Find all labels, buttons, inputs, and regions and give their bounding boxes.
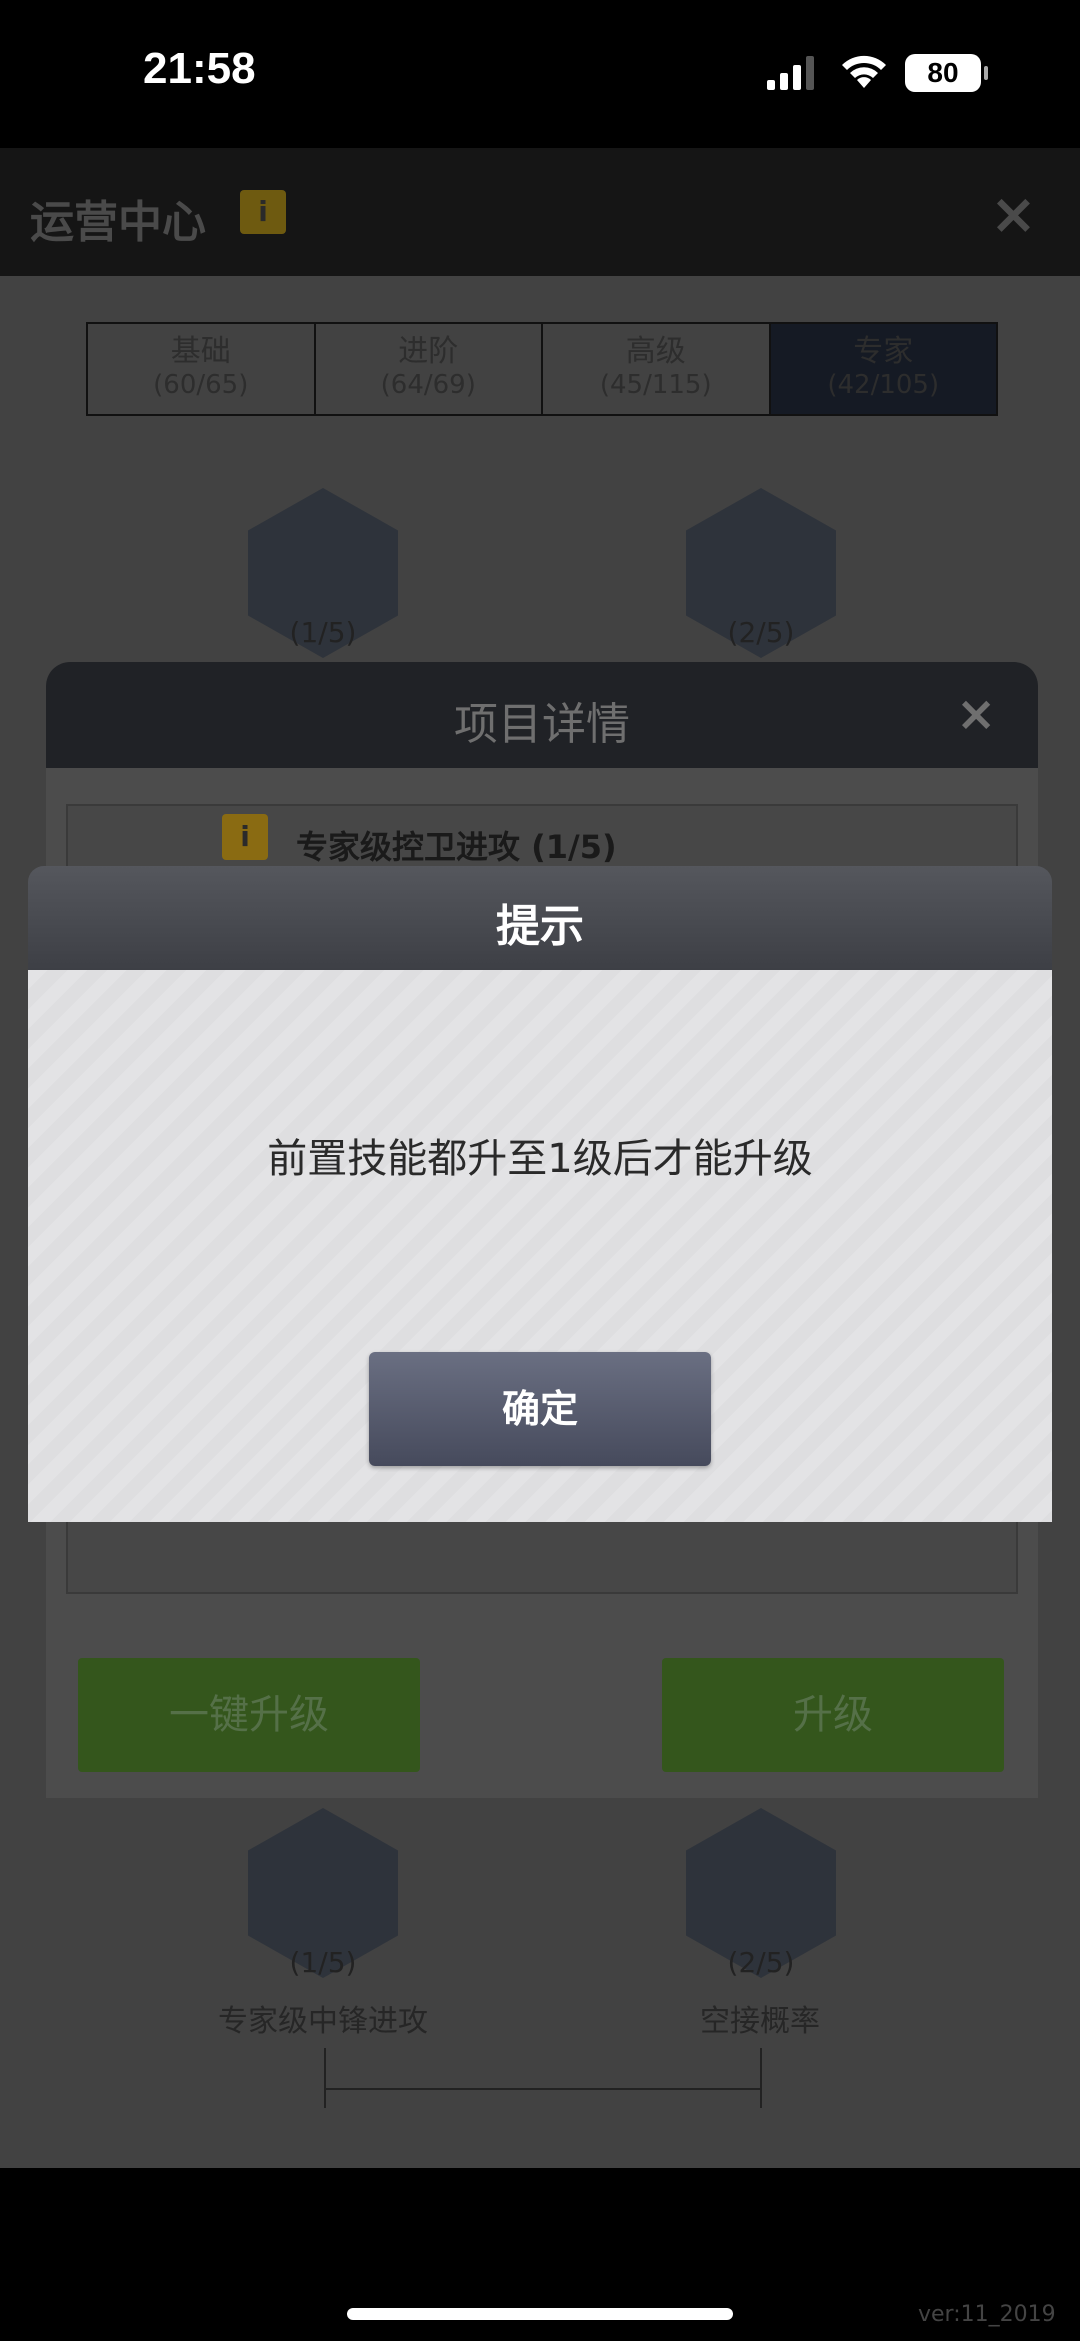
tab-label: 基础 [170,334,231,369]
battery-icon: 80 [905,54,988,92]
skill-count: (1/5) [289,616,357,649]
status-time: 21:58 [143,44,256,93]
home-indicator[interactable] [347,2308,733,2320]
detail-header: 项目详情 × [46,662,1038,768]
confirm-button[interactable]: 确定 [369,1352,711,1466]
tab-count: (42/105) [827,370,940,400]
tab-label: 专家 [853,334,914,369]
tab-advanced[interactable]: 进阶 (64/69) [316,324,543,414]
skill-label: 专家级中锋进攻 [218,2004,428,2039]
tab-senior[interactable]: 高级 (45/115) [543,324,771,414]
detail-title: 项目详情 [454,699,630,750]
tab-count: (64/69) [380,370,476,400]
info-icon[interactable]: i [222,814,268,860]
close-icon[interactable]: × [956,686,996,742]
info-icon[interactable]: i [240,190,286,234]
one-click-upgrade-button[interactable]: 一键升级 [78,1658,420,1772]
cellular-signal-icon [767,56,814,90]
dialog-title: 提示 [496,901,584,952]
game-title: 运营中心 [30,197,206,248]
dialog-message: 前置技能都升至1级后才能升级 [267,1136,813,1182]
status-bar: 21:58 80 [0,0,1080,148]
upgrade-button[interactable]: 升级 [662,1658,1004,1772]
tab-count: (45/115) [599,370,712,400]
version-label: ver:11_2019 [918,2302,1056,2327]
skill-count: (2/5) [727,616,795,649]
tab-basic[interactable]: 基础 (60/65) [88,324,316,414]
branch-line [324,2088,762,2090]
skill-tier-tabs: 基础 (60/65) 进阶 (64/69) 高级 (45/115) 专家 (42… [86,322,998,416]
tab-label: 高级 [625,334,686,369]
branch-line [760,2048,762,2108]
game-header: 运营中心 i × [0,148,1080,276]
skill-label: 空接概率 [700,2004,820,2039]
close-icon[interactable]: × [990,182,1037,247]
skill-count: (2/5) [727,1946,795,1979]
skill-count: (1/5) [289,1946,357,1979]
wifi-icon [842,55,886,88]
dialog-header: 提示 [28,866,1052,970]
tab-count: (60/65) [153,370,249,400]
branch-line [324,2048,326,2108]
tab-label: 进阶 [398,334,459,369]
detail-skill-name: 专家级控卫进攻 (1/5) [296,828,617,866]
tab-expert[interactable]: 专家 (42/105) [770,324,996,414]
